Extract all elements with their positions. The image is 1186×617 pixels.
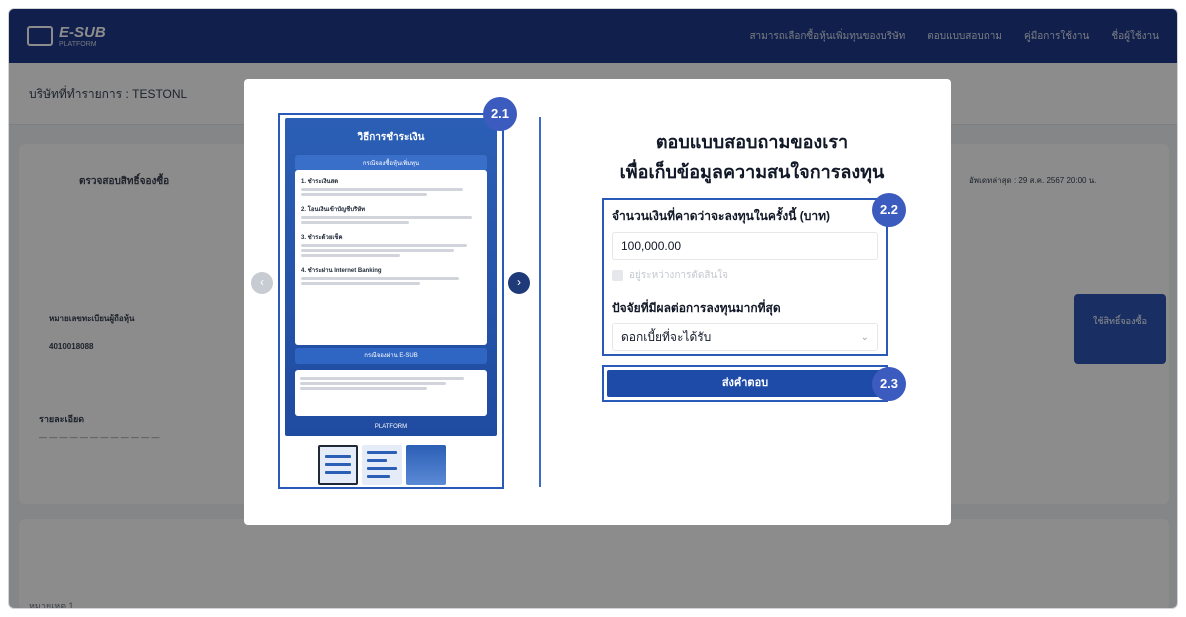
thumbnail-2[interactable] [362,445,402,485]
carousel-slide: วิธีการชำระเงิน กรณีจองซื้อหุ้นเพิ่มทุน … [285,118,497,436]
modal-title: ตอบแบบสอบถามของเรา เพื่อเก็บข้อมูลความสน… [602,127,902,187]
factor-value: ดอกเบี้ยที่จะได้รับ [621,329,712,344]
slide-heading: วิธีการชำระเงิน [357,132,425,143]
slide-note [295,370,487,416]
thumbnail-3[interactable] [406,445,446,485]
chevron-right-icon[interactable]: › [508,272,530,294]
chevron-down-icon: ⌄ [860,331,869,343]
survey-modal: วิธีการชำระเงิน กรณีจองซื้อหุ้นเพิ่มทุน … [244,79,951,525]
thumbnail-1[interactable] [318,445,358,485]
submit-button[interactable]: ส่งคำตอบ [607,370,883,397]
investment-label: จำนวนเงินที่คาดว่าจะลงทุนในครั้งนี้ (บาท… [612,209,831,223]
badge-2-3: 2.3 [872,367,906,401]
badge-2-2: 2.2 [872,193,906,227]
slide-subheading: กรณีจองซื้อหุ้นเพิ่มทุน [295,155,487,171]
slide-footer: กรณีจองผ่าน E-SUB [295,348,487,364]
undecided-checkbox-row[interactable]: อยู่ระหว่างการตัดสินใจ [612,268,878,283]
slide-step: 2. โอนเงินเข้าบัญชีบริษัท [301,207,366,213]
investment-amount-input[interactable]: 100,000.00 [612,232,878,260]
modal-title-line1: ตอบแบบสอบถามของเรา [655,132,849,152]
badge-2-1: 2.1 [483,97,517,131]
survey-form: จำนวนเงินที่คาดว่าจะลงทุนในครั้งนี้ (บาท… [602,198,888,356]
slide-step: 3. ชำระด้วยเช็ค [301,235,343,241]
undecided-checkbox[interactable] [612,270,623,281]
factor-label: ปัจจัยที่มีผลต่อการลงทุนมากที่สุด [612,301,781,315]
panel-divider [539,117,541,487]
carousel-thumbnails [318,445,446,485]
undecided-label: อยู่ระหว่างการตัดสินใจ [629,270,729,281]
slide-step: 4. ชำระผ่าน Internet Banking [301,268,382,274]
slide-step: 1. ชำระเงินสด [301,179,339,185]
slide-logos: PLATFORM [374,424,408,430]
slide-steps: 1. ชำระเงินสด 2. โอนเงินเข้าบัญชีบริษัท … [295,170,487,345]
modal-title-line2: เพื่อเก็บข้อมูลความสนใจการลงทุน [619,162,885,182]
chevron-left-icon[interactable]: ‹ [251,272,273,294]
factor-select[interactable]: ดอกเบี้ยที่จะได้รับ ⌄ [612,323,878,351]
submit-wrapper: ส่งคำตอบ [602,365,888,402]
payment-carousel: วิธีการชำระเงิน กรณีจองซื้อหุ้นเพิ่มทุน … [278,113,504,489]
